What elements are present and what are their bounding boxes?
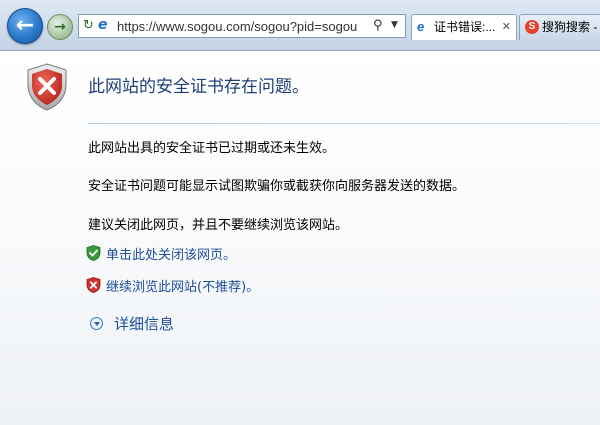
- continue-link[interactable]: 继续浏览此网站(不推荐)。: [106, 276, 259, 295]
- close-page-link[interactable]: 单击此处关闭该网页。: [106, 244, 236, 263]
- ie-icon: e: [417, 19, 425, 34]
- back-button[interactable]: ←: [7, 8, 43, 44]
- ie-icon: e: [98, 17, 108, 33]
- browser-toolbar: ← → ↻ e https://www.sogou.com/sogou?pid=…: [0, 0, 600, 51]
- tab-label: 证书错误:...: [434, 20, 496, 34]
- divider: [88, 123, 600, 124]
- red-shield-x-icon: [86, 277, 101, 293]
- forward-button[interactable]: →: [47, 14, 73, 40]
- error-description: 此网站出具的安全证书已过期或还未生效。: [88, 141, 336, 156]
- more-info-label[interactable]: 详细信息: [114, 313, 174, 334]
- tab-sogou-search[interactable]: S 搜狗搜索 -: [519, 14, 600, 40]
- address-url[interactable]: https://www.sogou.com/sogou?pid=sogou: [117, 19, 367, 34]
- risk-description: 安全证书问题可能显示试图欺骗你或截获你向服务器发送的数据。: [88, 179, 466, 194]
- page-title: 此网站的安全证书存在问题。: [88, 77, 309, 97]
- sogou-icon: S: [525, 20, 539, 34]
- expand-icon[interactable]: [90, 317, 103, 330]
- tab-label: 搜狗搜索 -: [542, 20, 598, 34]
- error-shield-icon: [27, 63, 67, 111]
- close-icon[interactable]: ✕: [502, 15, 511, 39]
- green-shield-check-icon: [86, 245, 101, 261]
- tab-certificate-error[interactable]: e 证书错误:... ✕: [411, 14, 517, 40]
- recommendation-text: 建议关闭此网页，并且不要继续浏览该网站。: [88, 218, 349, 233]
- address-bar[interactable]: ↻ e https://www.sogou.com/sogou?pid=sogo…: [78, 14, 406, 38]
- chevron-down-icon[interactable]: ▼: [391, 20, 398, 30]
- refresh-icon[interactable]: ↻: [83, 18, 94, 33]
- page-content: 此网站的安全证书存在问题。 此网站出具的安全证书已过期或还未生效。 安全证书问题…: [0, 51, 600, 425]
- search-icon[interactable]: ⚲: [373, 18, 383, 33]
